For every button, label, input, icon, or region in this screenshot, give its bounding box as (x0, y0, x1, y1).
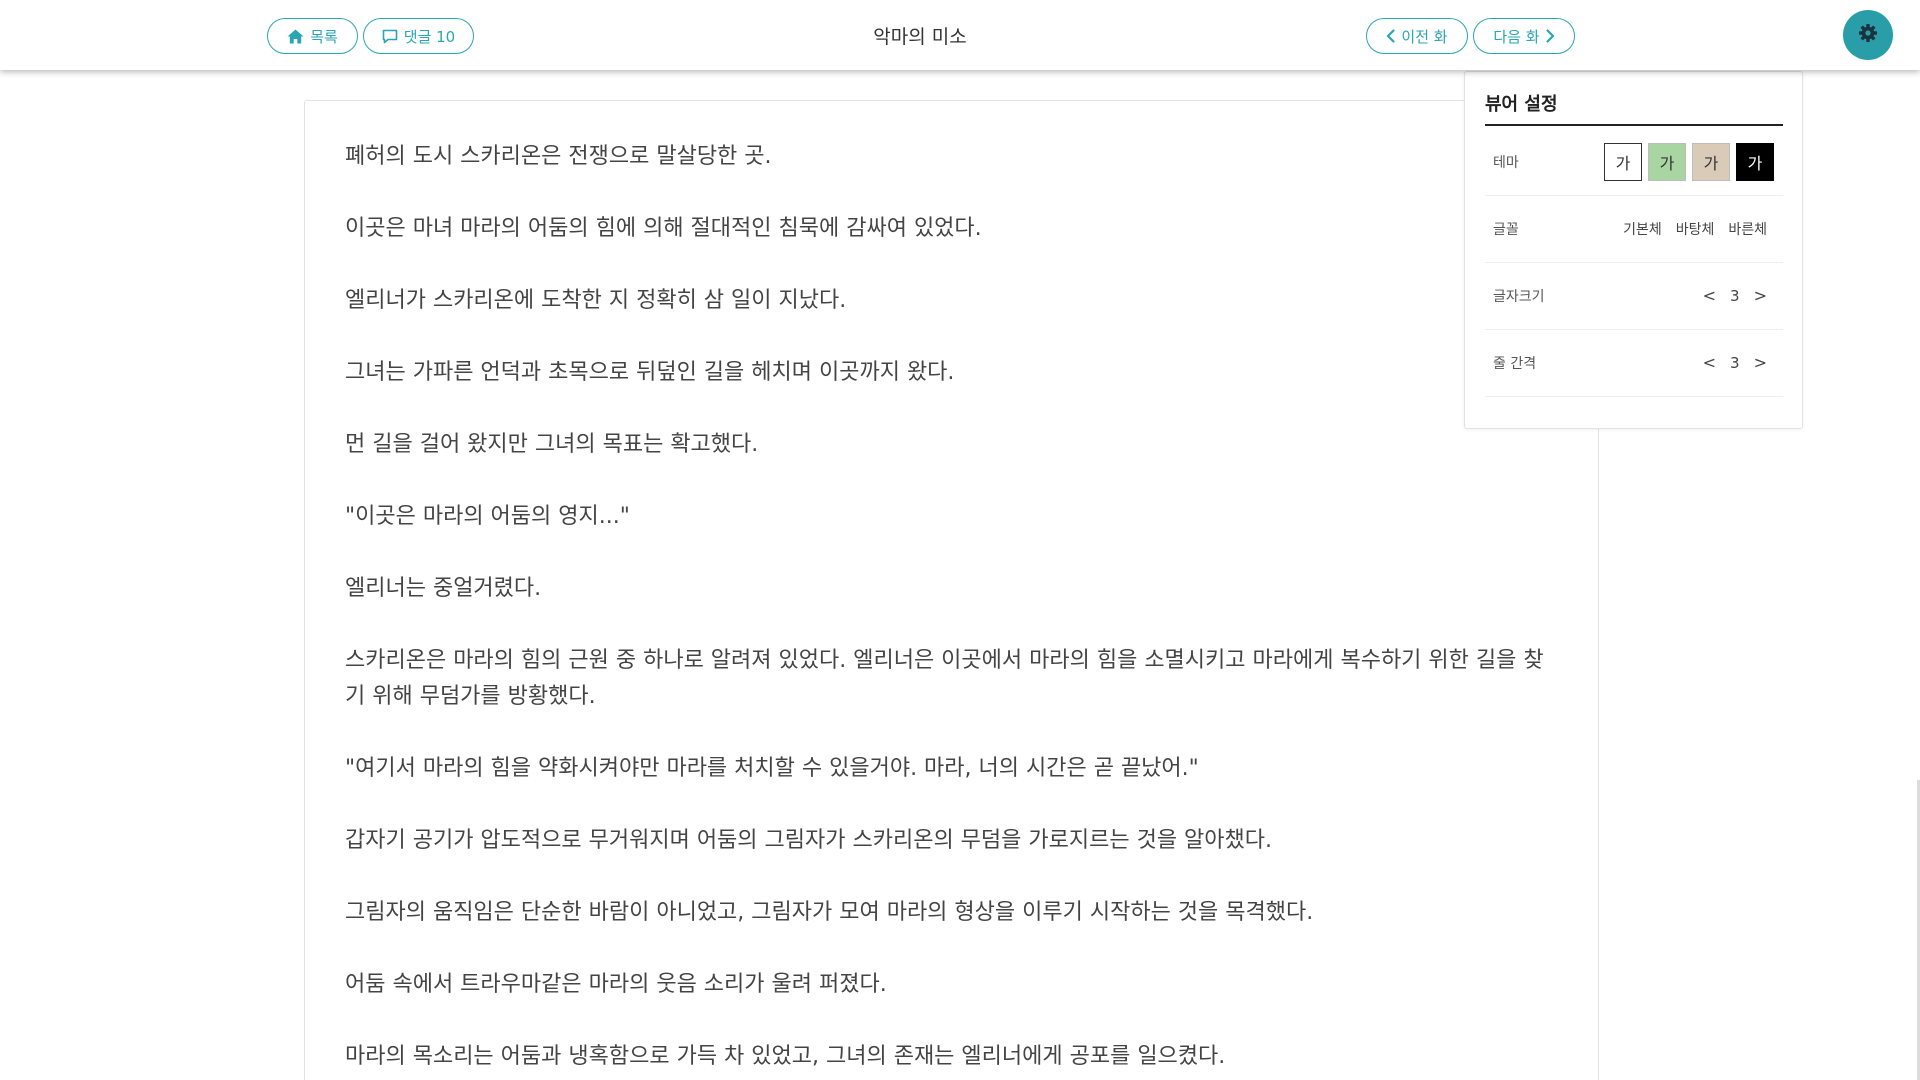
comment-icon (382, 29, 398, 44)
line-spacing-row: 줄 간격 < 3 > (1485, 329, 1783, 397)
prev-episode-button[interactable]: 이전 화 (1366, 18, 1468, 54)
theme-label: 테마 (1493, 154, 1519, 171)
settings-title-divider (1485, 124, 1783, 126)
content-paragraph: 마라의 목소리는 어둠과 냉혹함으로 가득 차 있었고, 그녀의 존재는 엘리너… (345, 1044, 1226, 1069)
next-episode-label: 다음 화 (1493, 27, 1540, 46)
list-button[interactable]: 목록 (267, 18, 358, 54)
settings-button[interactable] (1843, 10, 1893, 60)
line-spacing-label: 줄 간격 (1493, 355, 1537, 372)
theme-row: 테마 가 가 가 가 (1485, 128, 1783, 196)
theme-swatch-white[interactable]: 가 (1604, 142, 1642, 181)
font-size-value: 3 (1730, 286, 1740, 305)
line-spacing-increase-button[interactable]: > (1754, 353, 1767, 372)
theme-swatch-black[interactable]: 가 (1736, 142, 1774, 181)
theme-swatch-beige[interactable]: 가 (1692, 142, 1730, 181)
font-option-batang[interactable]: 바탕체 (1676, 219, 1715, 239)
font-size-row: 글자크기 < 3 > (1485, 262, 1783, 330)
gear-icon (1858, 23, 1878, 47)
content-paragraph: 갑자기 공기가 압도적으로 무거워지며 어둠의 그림자가 스카리온의 무덤을 가… (345, 828, 1273, 853)
theme-swatch-group: 가 가 가 가 (1604, 142, 1783, 181)
font-size-label: 글자크기 (1493, 288, 1545, 305)
content-paragraph: 폐허의 도시 스카리온은 전쟁으로 말살당한 곳. (345, 144, 772, 169)
viewer-settings-panel: 뷰어 설정 테마 가 가 가 가 글꼴 기본체 바탕체 바른체 글자크기 < 3 (1464, 71, 1803, 429)
font-size-decrease-button[interactable]: < (1703, 286, 1716, 305)
content-paragraph: 엘리너는 중얼거렸다. (345, 576, 542, 601)
content-paragraph: 그림자의 움직임은 단순한 바람이 아니었고, 그림자가 모여 마라의 형상을 … (345, 900, 1314, 925)
font-row: 글꼴 기본체 바탕체 바른체 (1485, 195, 1783, 263)
chevron-left-icon (1386, 29, 1396, 43)
font-options: 기본체 바탕체 바른체 (1623, 219, 1783, 239)
content-paragraph: "여기서 마라의 힘을 약화시켜야만 마라를 처치할 수 있을거야. 마라, 너… (345, 756, 1199, 781)
viewer-page: 목록 댓글 10 악마의 미소 이전 화 다음 화 폐허의 도시 스카리온은 전… (0, 0, 1920, 1080)
font-label: 글꼴 (1493, 221, 1519, 238)
content-paragraph: 어둠 속에서 트라우마같은 마라의 웃음 소리가 울려 퍼졌다. (345, 972, 887, 997)
content-paragraph: 그녀는 가파른 언덕과 초목으로 뒤덮인 길을 헤치며 이곳까지 왔다. (345, 360, 955, 385)
list-button-label: 목록 (310, 27, 338, 46)
font-size-stepper: < 3 > (1703, 286, 1783, 305)
prev-episode-label: 이전 화 (1401, 27, 1448, 46)
content-paragraph: 먼 길을 걸어 왔지만 그녀의 목표는 확고했다. (345, 432, 759, 457)
chevron-right-icon (1545, 29, 1555, 43)
episode-title: 악마의 미소 (873, 26, 967, 48)
line-spacing-value: 3 (1730, 353, 1740, 372)
settings-panel-title: 뷰어 설정 (1485, 94, 1558, 115)
content-paragraph: 이곳은 마녀 마라의 어둠의 힘에 의해 절대적인 침묵에 감싸여 있었다. (345, 216, 982, 241)
line-spacing-stepper: < 3 > (1703, 353, 1783, 372)
content-paragraph: "이곳은 마라의 어둠의 영지..." (345, 504, 630, 529)
episode-content: 폐허의 도시 스카리온은 전쟁으로 말살당한 곳. 이곳은 마녀 마라의 어둠의… (304, 100, 1599, 1080)
home-icon (287, 29, 304, 44)
next-episode-button[interactable]: 다음 화 (1473, 18, 1575, 54)
line-spacing-decrease-button[interactable]: < (1703, 353, 1716, 372)
theme-swatch-green[interactable]: 가 (1648, 142, 1686, 181)
font-size-increase-button[interactable]: > (1754, 286, 1767, 305)
comments-button-label: 댓글 10 (403, 27, 456, 46)
font-option-bareun[interactable]: 바른체 (1728, 219, 1767, 239)
comments-button[interactable]: 댓글 10 (363, 18, 474, 54)
top-header: 목록 댓글 10 악마의 미소 이전 화 다음 화 (0, 0, 1920, 70)
content-paragraph: 스카리온은 마라의 힘의 근원 중 하나로 알려져 있었다. 엘리너은 이곳에서… (345, 648, 1544, 709)
content-paragraph: 엘리너가 스카리온에 도착한 지 정확히 삼 일이 지났다. (345, 288, 847, 313)
font-option-default[interactable]: 기본체 (1623, 219, 1662, 239)
